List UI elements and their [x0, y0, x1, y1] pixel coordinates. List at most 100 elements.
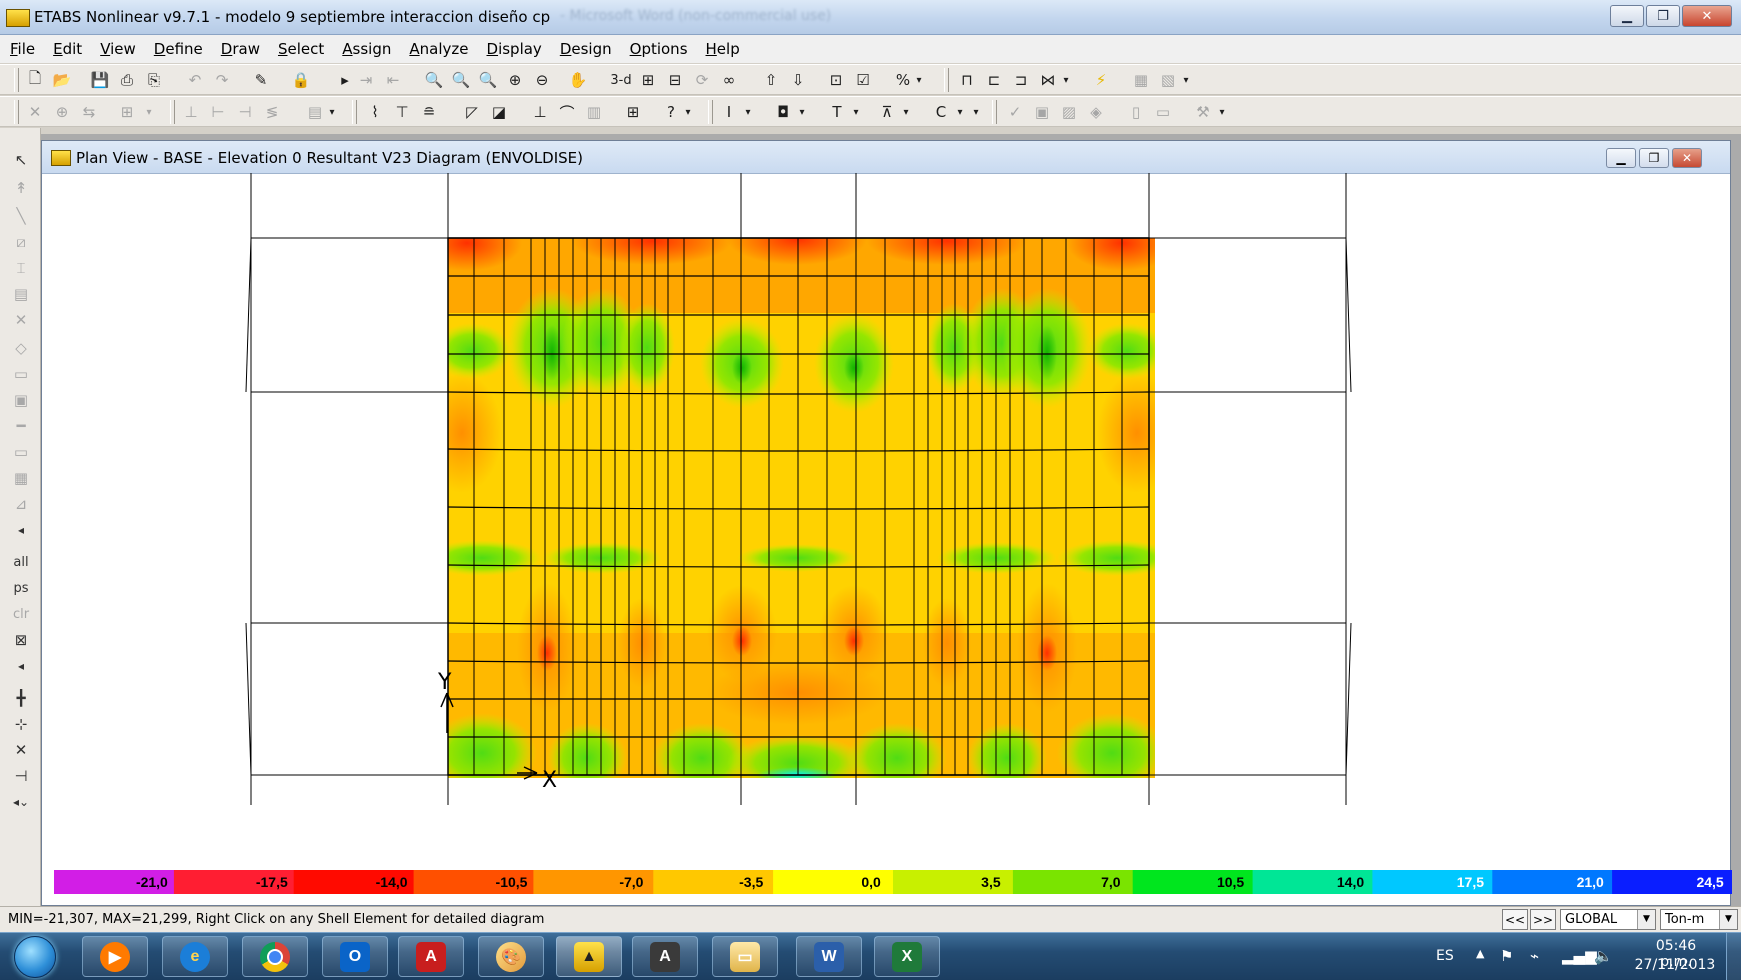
shell-section-icon[interactable]: ◸ [461, 102, 483, 122]
zoom-full-icon[interactable]: 🔍 [477, 70, 499, 90]
contour-plot[interactable]: Y X [42, 173, 1730, 873]
snap-intersections-icon[interactable]: ✕ [10, 740, 32, 760]
zoom-in-icon[interactable]: ⊕ [504, 70, 526, 90]
menu-display[interactable]: Display [487, 40, 542, 58]
input-language[interactable]: ES [1436, 948, 1454, 964]
taskbar-chrome[interactable] [242, 936, 308, 977]
taskbar-internet-explorer[interactable]: e [162, 936, 228, 977]
taskbar-file-explorer[interactable]: ▭ [712, 936, 778, 977]
move-down-icon[interactable]: ⇩ [787, 70, 809, 90]
replicate-icon[interactable]: ✕ [24, 102, 46, 122]
draw-rect-area-icon[interactable]: ▭ [10, 364, 32, 384]
menu-options[interactable]: Options [630, 40, 688, 58]
coordinate-system-select[interactable]: GLOBAL ▼ [1560, 909, 1656, 930]
draw-column-icon[interactable]: ⌶ [10, 258, 32, 278]
draw-secondary-beam-icon[interactable]: ▤ [10, 284, 32, 304]
toolbar-grip[interactable] [352, 100, 357, 124]
chevron-down-icon[interactable]: ▾ [850, 102, 862, 122]
chevron-down-icon[interactable]: ▾ [1180, 70, 1192, 90]
assign-shell-icon[interactable]: ▤ [304, 102, 326, 122]
zoom-out-icon[interactable]: ⊖ [531, 70, 553, 90]
pan-icon[interactable]: ✋ [567, 70, 589, 90]
menu-define[interactable]: Define [154, 40, 203, 58]
next-button[interactable]: >> [1530, 909, 1556, 930]
help-pointer-icon[interactable]: ? [660, 102, 682, 122]
section-tee-icon[interactable]: T [826, 102, 848, 122]
snap-ends-icon[interactable]: ⊹ [10, 714, 32, 734]
intersecting-line-icon[interactable]: ⊠ [10, 630, 32, 650]
menu-select[interactable]: Select [278, 40, 324, 58]
move-icon[interactable]: ⊕ [51, 102, 73, 122]
toolbar-grip[interactable] [14, 100, 19, 124]
group-icon[interactable]: ⊞ [622, 102, 644, 122]
toolbar-grip[interactable] [170, 100, 175, 124]
menu-design[interactable]: Design [560, 40, 612, 58]
assign-restraint-icon[interactable]: ⊣ [234, 102, 256, 122]
reshape-icon[interactable]: ↟ [10, 178, 32, 198]
menu-help[interactable]: Help [706, 40, 740, 58]
taskbar-media-player[interactable]: ▶ [82, 936, 148, 977]
chevron-down-icon[interactable]: ▾ [143, 102, 155, 122]
taskbar-paint[interactable]: 🎨 [478, 936, 544, 977]
chevron-down-icon[interactable]: ▾ [970, 102, 982, 122]
chevron-down-icon[interactable]: ▾ [1216, 102, 1228, 122]
draw-point-icon[interactable]: ✓ [1004, 102, 1026, 122]
chevron-down-icon[interactable]: ▾ [954, 102, 966, 122]
draw-grid-walls-icon[interactable]: ▦ [10, 468, 32, 488]
show-desktop-button[interactable] [1726, 933, 1741, 980]
plan-view-icon[interactable]: ⊞ [637, 70, 659, 90]
volume-icon[interactable]: 🔈 [1594, 947, 1613, 965]
lock-icon[interactable]: 🔒 [290, 70, 312, 90]
zoom-restore-icon[interactable]: 🔍 [450, 70, 472, 90]
zoom-window-icon[interactable]: 🔍 [423, 70, 445, 90]
toolbar-scroll-icon[interactable]: ◂⌄ [10, 792, 32, 812]
elevation-view-icon[interactable]: ⊟ [664, 70, 686, 90]
chevron-down-icon[interactable]: ▼ [1719, 910, 1737, 929]
toolbar-grip[interactable] [992, 100, 997, 124]
pointer-icon[interactable]: ↖ [10, 150, 32, 170]
run-icon[interactable]: ▸ [334, 70, 356, 90]
chevron-down-icon[interactable]: ▾ [1060, 70, 1072, 90]
mirror-icon[interactable]: ⇆ [78, 102, 100, 122]
draw-region-icon[interactable]: ◈ [1085, 102, 1107, 122]
start-button[interactable] [14, 936, 56, 978]
draw-braces-icon[interactable]: ✕ [10, 310, 32, 330]
design-wall-icon[interactable]: ▧ [1157, 70, 1179, 90]
section-c-icon[interactable]: C [930, 102, 952, 122]
show-forces-icon[interactable]: ⋈ [1037, 70, 1059, 90]
draw-rect-icon[interactable]: ▨ [1058, 102, 1080, 122]
assign-joint-icon[interactable]: ⊥ [180, 102, 202, 122]
chevron-down-icon[interactable]: ▾ [682, 102, 694, 122]
undo-icon[interactable]: ↶ [184, 70, 206, 90]
draw-area-icon[interactable]: ◇ [10, 338, 32, 358]
power-plug-icon[interactable]: ⌁ [1530, 947, 1539, 965]
restore-button[interactable]: ❐ [1646, 5, 1680, 27]
draw-wall-line-icon[interactable]: ━ [10, 416, 32, 436]
select-all-button[interactable]: all [10, 552, 32, 572]
frame-release-icon[interactable]: ⊤ [391, 102, 413, 122]
assign-spring-icon[interactable]: ≶ [261, 102, 283, 122]
new-file-icon[interactable]: 🗋 [24, 69, 46, 90]
percent-button[interactable]: % [892, 70, 914, 90]
save-icon[interactable]: 💾 [89, 70, 111, 90]
draw-line-icon[interactable]: ╲ [10, 206, 32, 226]
object-shrink-icon[interactable]: ⊡ [825, 70, 847, 90]
chevron-down-icon[interactable]: ▼ [1637, 910, 1655, 929]
expand-arrow-icon[interactable]: ◂ [10, 656, 32, 676]
draw-walls-icon[interactable]: ▭ [10, 442, 32, 462]
chevron-down-icon[interactable]: ▾ [326, 102, 338, 122]
draw-wall-icon[interactable]: ▯ [1125, 102, 1147, 122]
lightning-icon[interactable]: ⚡ [1090, 70, 1112, 90]
joint-load-icon[interactable]: ⊥ [529, 102, 551, 122]
section-i-icon[interactable]: I [718, 102, 740, 122]
redo-icon[interactable]: ↷ [211, 70, 233, 90]
chevron-down-icon[interactable]: ▾ [913, 70, 925, 90]
previous-button[interactable]: << [1502, 909, 1528, 930]
section-box-icon[interactable]: ◘ [772, 102, 794, 122]
show-undeformed-icon[interactable]: ⊓ [956, 70, 978, 90]
print-preview-icon[interactable]: ⎘ [143, 70, 165, 90]
show-deformed-icon[interactable]: ⊐ [1010, 70, 1032, 90]
toolbar-grip[interactable] [708, 100, 713, 124]
pencil-icon[interactable]: ✎ [250, 70, 272, 90]
open-folder-icon[interactable]: 📂 [51, 70, 73, 90]
